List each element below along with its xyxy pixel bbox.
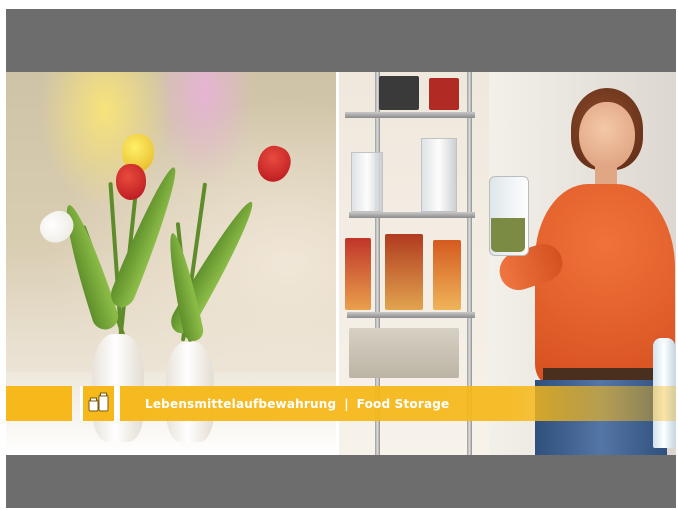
pantry-item — [345, 238, 371, 310]
caption-separator: | — [344, 396, 349, 411]
red-tulip — [116, 164, 146, 200]
shelf — [347, 312, 475, 318]
caption-icon-box — [80, 386, 114, 421]
letterbox-top — [6, 9, 676, 72]
pantry-item — [379, 76, 419, 110]
caption-accent-block — [6, 386, 72, 421]
caption-text-bar: Lebensmittelaufbewahrung | Food Storage — [120, 386, 676, 421]
jar-contents — [491, 218, 525, 252]
caption-german: Lebensmittelaufbewahrung — [145, 396, 337, 411]
red-tulip — [252, 141, 296, 187]
caption-english: Food Storage — [356, 396, 450, 411]
pantry-item — [429, 78, 459, 110]
storage-containers-icon — [88, 392, 110, 416]
pantry-item — [385, 234, 423, 310]
pantry-item — [349, 328, 459, 378]
pantry-item — [433, 240, 461, 310]
storage-jar — [421, 138, 457, 212]
lower-third-caption-bar: Lebensmittelaufbewahrung | Food Storage — [6, 383, 676, 423]
letterbox-bottom — [6, 455, 676, 508]
video-area: Lebensmittelaufbewahrung | Food Storage — [6, 72, 676, 455]
video-frame: Lebensmittelaufbewahrung | Food Storage — [6, 9, 676, 508]
woman-face — [579, 102, 635, 170]
shelf — [349, 212, 475, 218]
storage-jar — [351, 152, 383, 212]
shelf — [345, 112, 475, 118]
